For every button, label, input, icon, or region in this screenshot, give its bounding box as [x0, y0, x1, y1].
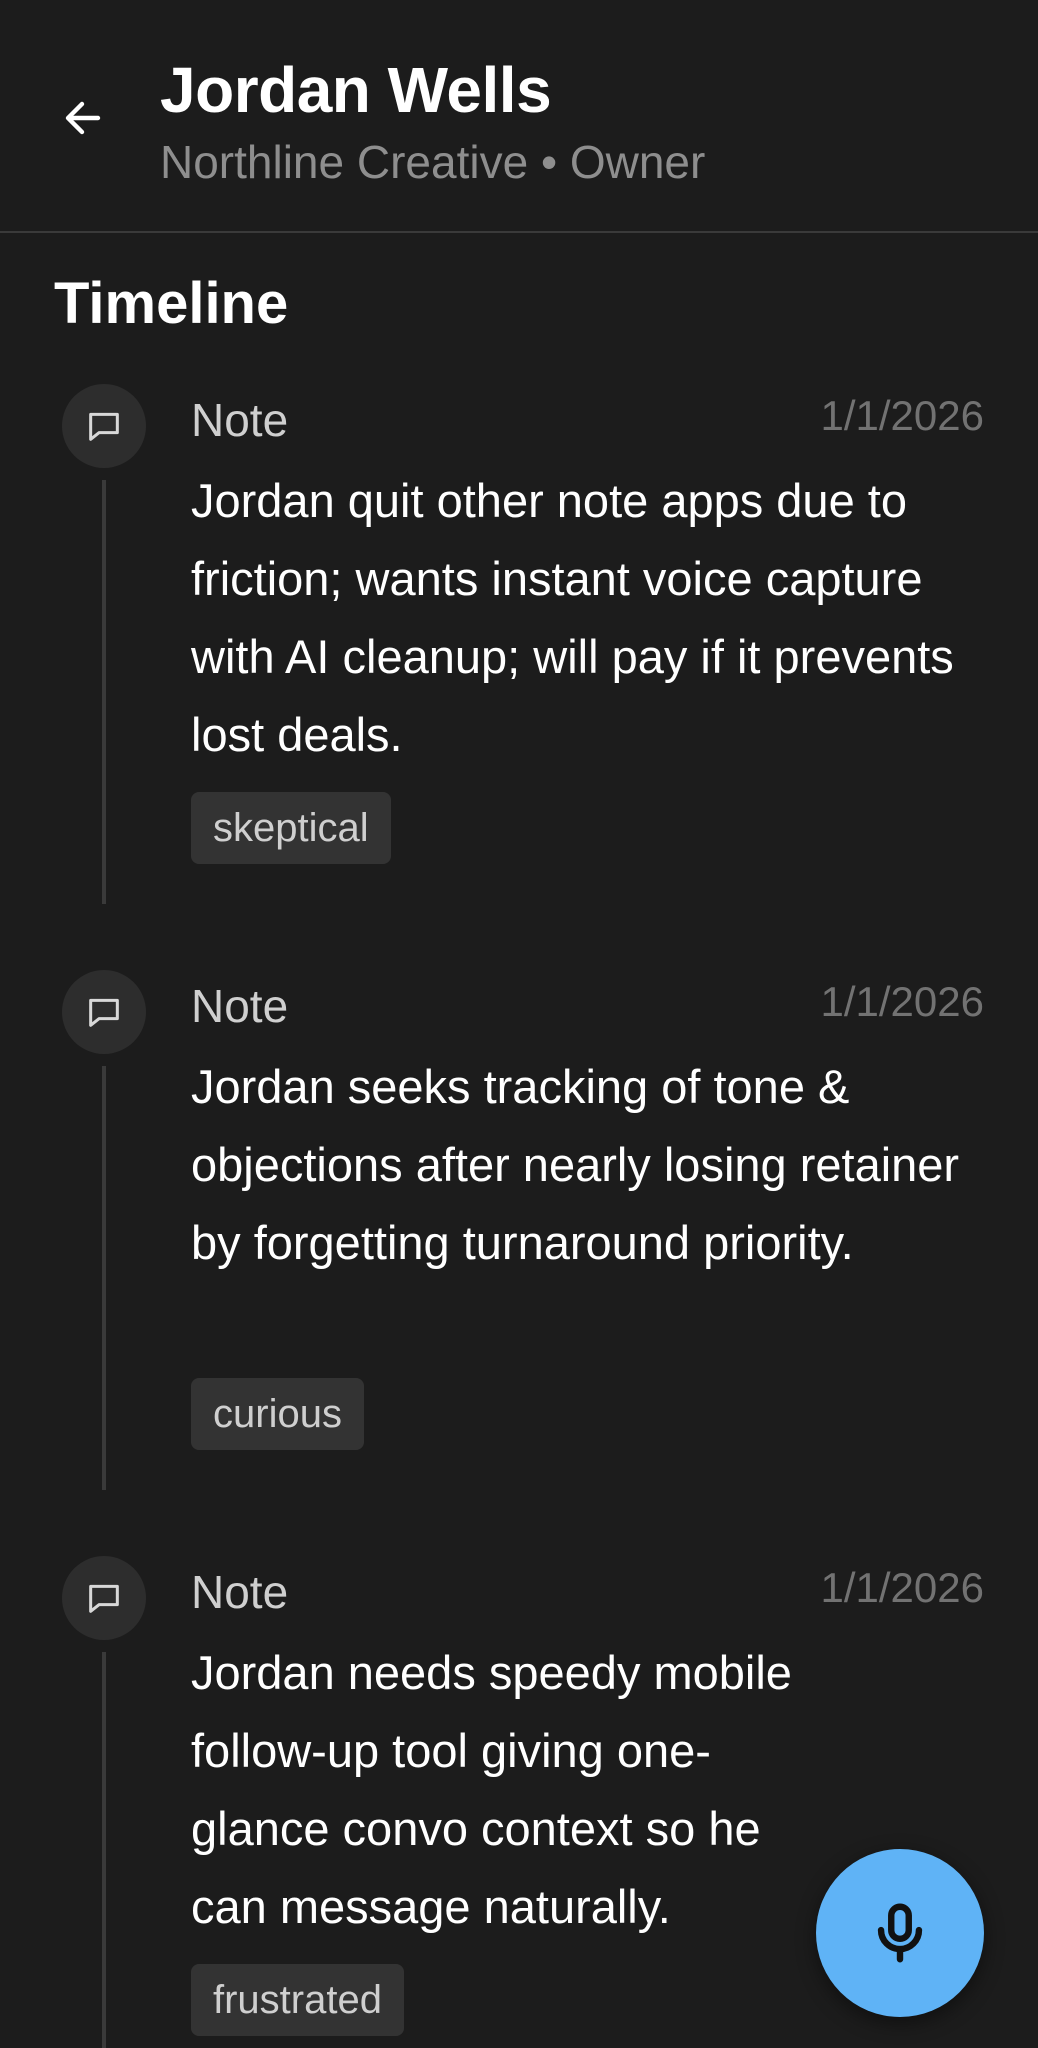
sentiment-tag: curious [191, 1378, 364, 1450]
contact-company-role: Northline Creative • Owner [160, 136, 706, 188]
record-voice-button[interactable] [816, 1849, 984, 2017]
comment-icon [89, 1584, 119, 1613]
timeline-entry[interactable]: Note 1/1/2026 Jordan seeks tracking of t… [0, 970, 1038, 1490]
timeline-title: Timeline [54, 271, 289, 336]
comment-icon [89, 412, 119, 441]
entry-type: Note [191, 1566, 289, 1618]
contact-name: Jordan Wells [160, 54, 552, 126]
entry-date: 1/1/2026 [820, 1564, 985, 1611]
entry-text: Jordan quit other note apps due to frict… [191, 474, 954, 761]
timeline-connector [102, 480, 106, 904]
entry-date: 1/1/2026 [820, 978, 985, 1025]
microphone-icon [877, 1903, 923, 1963]
entry-date: 1/1/2026 [820, 392, 985, 439]
entry-icon-badge [62, 1556, 146, 1640]
contact-header: Jordan Wells Northline Creative • Owner [0, 0, 1038, 233]
arrow-left-icon [65, 101, 101, 135]
entry-text: Jordan seeks tracking of tone & objectio… [191, 1060, 960, 1269]
timeline-connector [102, 1066, 106, 1490]
entry-text: Jordan needs speedy mobile follow-up too… [191, 1646, 792, 1933]
back-button[interactable] [52, 86, 116, 150]
timeline-connector [102, 1652, 106, 2048]
entry-icon-badge [62, 384, 146, 468]
entry-type: Note [191, 394, 289, 446]
entry-type: Note [191, 980, 289, 1032]
sentiment-tag: frustrated [191, 1964, 404, 2036]
entry-icon-badge [62, 970, 146, 1054]
sentiment-tag: skeptical [191, 792, 391, 864]
comment-icon [89, 998, 119, 1027]
timeline-entry[interactable]: Note 1/1/2026 Jordan quit other note app… [0, 384, 1038, 904]
